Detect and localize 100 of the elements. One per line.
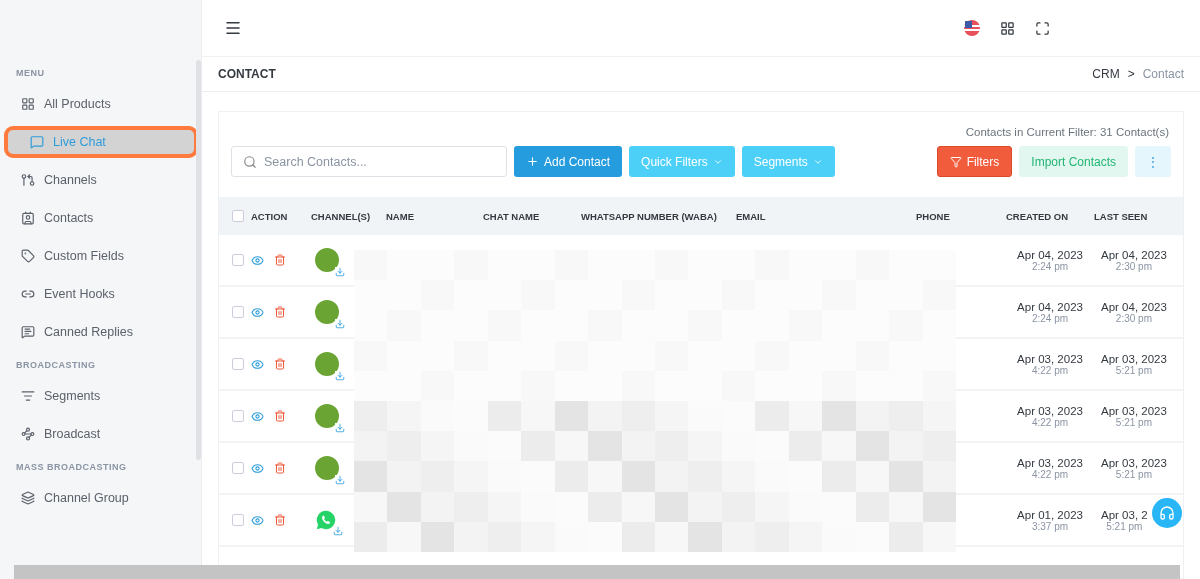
plus-icon bbox=[526, 155, 539, 168]
filter-icon bbox=[21, 389, 35, 403]
view-icon[interactable] bbox=[251, 253, 264, 267]
avatar-icon bbox=[315, 404, 339, 428]
item-label: Custom Fields bbox=[44, 249, 124, 263]
page-title: CONTACT bbox=[218, 67, 276, 81]
sidebar-item[interactable]: Channel Group bbox=[4, 482, 198, 514]
last-seen-date: Apr 03, 2023 bbox=[1101, 404, 1167, 417]
checkbox[interactable] bbox=[232, 254, 244, 266]
last-seen-time: 5:21 pm bbox=[1115, 416, 1152, 428]
contact-count: Contacts in Current Filter: 31 Contact(s) bbox=[964, 125, 1170, 138]
contact-card-icon bbox=[21, 211, 35, 225]
download-icon bbox=[335, 371, 345, 381]
download-icon bbox=[335, 475, 345, 485]
download-icon bbox=[333, 526, 343, 536]
sidebar-item[interactable]: Event Hooks bbox=[4, 278, 198, 310]
last-seen-time: 5:21 pm bbox=[1106, 520, 1143, 532]
item-label: Canned Replies bbox=[44, 325, 133, 339]
last-seen-date: Apr 04, 2023 bbox=[1101, 300, 1167, 313]
whatsapp-icon bbox=[315, 509, 337, 531]
checkbox[interactable] bbox=[232, 514, 244, 526]
created-time: 2:24 pm bbox=[1031, 312, 1069, 324]
chat-icon bbox=[30, 135, 44, 149]
created-date: Apr 01, 2023 bbox=[1017, 508, 1083, 521]
created-date: Apr 03, 2023 bbox=[1017, 352, 1083, 365]
menu-icon[interactable] bbox=[224, 19, 242, 37]
download-icon bbox=[335, 267, 345, 277]
column-header: EMAIL bbox=[736, 210, 766, 222]
sidebar-item[interactable]: Contacts bbox=[4, 202, 198, 234]
search-field[interactable]: Search Contacts... bbox=[231, 146, 507, 177]
support-button[interactable] bbox=[1152, 498, 1182, 528]
filter-icon bbox=[949, 155, 962, 168]
breadcrumb-link[interactable]: Contact bbox=[1142, 67, 1184, 81]
item-label: Broadcast bbox=[44, 427, 101, 441]
breadcrumb-link[interactable]: CRM bbox=[1092, 67, 1120, 81]
last-seen-date: Apr 03, 2023 bbox=[1101, 456, 1167, 469]
nodes-icon bbox=[21, 427, 35, 441]
column-header: NAME bbox=[386, 210, 414, 222]
created-time: 3:37 pm bbox=[1031, 520, 1069, 532]
message-icon bbox=[21, 325, 35, 339]
link-icon bbox=[21, 287, 35, 301]
item-label: Channels bbox=[44, 173, 97, 187]
checkbox[interactable] bbox=[232, 306, 244, 318]
headset-icon bbox=[1159, 505, 1175, 521]
created-time: 4:22 pm bbox=[1031, 468, 1069, 480]
last-seen-time: 5:21 pm bbox=[1115, 468, 1152, 480]
scrollbar[interactable] bbox=[14, 565, 1180, 579]
download-icon bbox=[335, 319, 345, 329]
trash-icon[interactable] bbox=[274, 306, 286, 318]
scrollbar[interactable] bbox=[196, 60, 201, 460]
checkbox[interactable] bbox=[232, 210, 244, 222]
created-date: Apr 04, 2023 bbox=[1017, 248, 1083, 261]
column-header: WHATSAPP NUMBER (WABA) bbox=[581, 210, 717, 222]
breadcrumb-separator: > bbox=[1127, 67, 1135, 81]
last-seen-time: 2:30 pm bbox=[1115, 260, 1152, 272]
trash-icon[interactable] bbox=[274, 254, 286, 266]
sidebar-item[interactable]: Channels bbox=[4, 164, 198, 196]
view-icon[interactable] bbox=[251, 409, 264, 423]
last-seen-date: Apr 03, 2 bbox=[1101, 508, 1148, 521]
avatar-icon bbox=[315, 456, 339, 480]
section-title: BROADCASTING bbox=[15, 359, 97, 372]
section-title: MENU bbox=[15, 67, 46, 80]
trash-icon[interactable] bbox=[274, 514, 286, 526]
toolbar-button[interactable]: Filters bbox=[936, 146, 1013, 177]
stack-icon bbox=[21, 491, 35, 505]
avatar-icon bbox=[315, 248, 339, 272]
apps-icon[interactable] bbox=[1000, 20, 1015, 36]
trash-icon[interactable] bbox=[274, 358, 286, 370]
sidebar-item[interactable]: Custom Fields bbox=[4, 240, 198, 272]
created-date: Apr 04, 2023 bbox=[1017, 300, 1083, 313]
view-icon[interactable] bbox=[251, 357, 264, 371]
column-header: ACTION bbox=[251, 210, 288, 222]
item-label: Event Hooks bbox=[44, 287, 115, 301]
column-header: PHONE bbox=[916, 210, 950, 222]
sidebar-item[interactable]: Canned Replies bbox=[4, 316, 198, 348]
column-header: CHAT NAME bbox=[483, 210, 540, 222]
download-icon bbox=[335, 423, 345, 433]
trash-icon[interactable] bbox=[274, 410, 286, 422]
item-label: Contacts bbox=[44, 211, 94, 225]
tag-icon bbox=[21, 249, 35, 263]
checkbox[interactable] bbox=[232, 410, 244, 422]
sidebar-item[interactable]: Broadcast bbox=[4, 418, 198, 450]
last-seen-time: 5:21 pm bbox=[1115, 364, 1152, 376]
column-header: LAST SEEN bbox=[1094, 210, 1148, 222]
checkbox[interactable] bbox=[232, 462, 244, 474]
flag-icon[interactable] bbox=[964, 20, 980, 36]
trash-icon[interactable] bbox=[274, 462, 286, 474]
toolbar-button[interactable]: Add Contact bbox=[514, 146, 623, 177]
created-time: 4:22 pm bbox=[1031, 416, 1069, 428]
section-title: MASS BROADCASTING bbox=[15, 461, 128, 474]
grid-icon bbox=[21, 97, 35, 111]
view-icon[interactable] bbox=[251, 461, 264, 475]
fullscreen-icon[interactable] bbox=[1035, 20, 1050, 36]
checkbox[interactable] bbox=[232, 358, 244, 370]
sidebar-item[interactable]: All Products bbox=[4, 88, 198, 120]
view-icon[interactable] bbox=[251, 305, 264, 319]
search-icon bbox=[243, 155, 257, 169]
item-label: Live Chat bbox=[53, 135, 106, 149]
view-icon[interactable] bbox=[251, 513, 264, 527]
sidebar-item[interactable]: Segments bbox=[4, 380, 198, 412]
